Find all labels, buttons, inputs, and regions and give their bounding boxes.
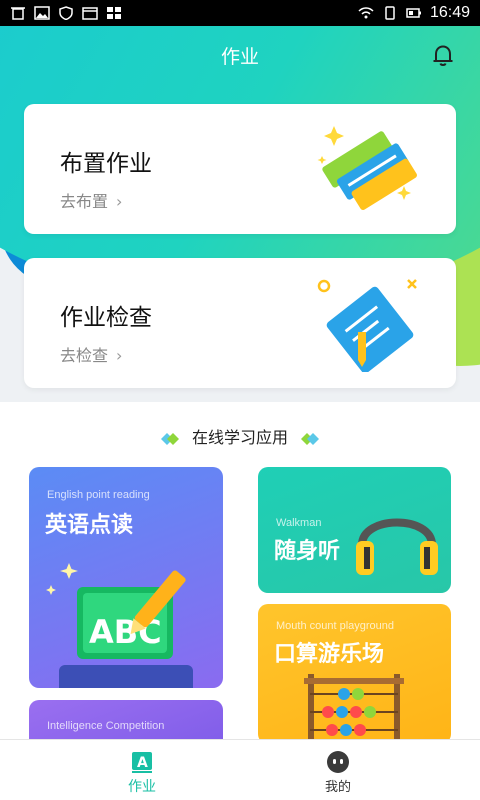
status-time: 16:49 [429,4,470,21]
tile-title: 随身听 [274,539,341,564]
status-icons-left [10,6,122,20]
status-bar: 16:49 [0,0,480,26]
bottom-tab-bar: A 作业 我的 [0,739,480,800]
calendar-icon [82,7,98,20]
tile-title: 英语点读 [45,513,134,538]
trash-icon [11,7,25,20]
wifi-icon [358,7,374,19]
tab-homework[interactable]: A 作业 [82,740,202,800]
tile-subtitle: Intelligence Competition [47,720,165,732]
abacus-illustration [304,674,404,744]
check-homework-link-text: 去检查 [60,346,109,365]
grid-icon [107,7,121,19]
check-homework-link[interactable]: 去检查 › [60,342,122,366]
diamond-icon [301,432,320,445]
page-title: 作业 [220,46,259,68]
homework-tab-icon-letter: A [137,755,148,771]
sim-icon [385,6,395,20]
check-homework-title: 作业检查 [60,305,152,331]
image-icon [34,6,50,20]
profile-tab-icon [327,751,349,773]
walkman-tile[interactable]: Walkman 随身听 [258,467,451,593]
books-illustration [317,126,417,211]
tile-subtitle: Walkman [276,517,322,529]
tab-mine[interactable]: 我的 [278,740,398,800]
online-learning-section-title: 在线学习应用 [0,424,480,448]
english-reading-tile[interactable]: English point reading 英语点读 ABC [29,467,223,688]
assign-homework-title: 布置作业 [60,151,152,177]
mouth-count-tile[interactable]: Mouth count playground 口算游乐场 [258,604,451,744]
diamond-icon [160,432,179,445]
bell-icon[interactable] [430,42,456,68]
chevron-right-icon: › [116,346,123,365]
tab-mine-label: 我的 [324,780,351,795]
chevron-right-icon: › [116,192,123,211]
paper-check-illustration [317,279,417,372]
tile-subtitle: Mouth count playground [276,620,395,632]
assign-homework-card[interactable]: 布置作业 去布置 › [24,104,456,234]
abc-board-illustration: ABC [46,563,193,688]
section-title-text: 在线学习应用 [191,428,288,447]
shield-icon [59,6,73,20]
homework-tab-icon: A [132,752,152,773]
check-homework-card[interactable]: 作业检查 去检查 › [24,258,456,388]
battery-icon [406,8,421,18]
assign-homework-link[interactable]: 去布置 › [60,188,122,212]
assign-homework-link-text: 去布置 [60,192,109,211]
tile-title: 口算游乐场 [274,642,385,667]
tile-subtitle: English point reading [47,489,150,501]
headphones-icon [356,518,438,575]
tab-homework-label: 作业 [128,779,156,795]
status-icons-right: 16:49 [358,4,470,22]
